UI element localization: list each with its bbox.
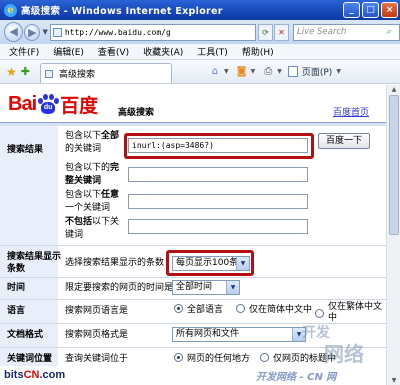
count-description: 选择搜索结果显示的条数 [65,258,165,268]
logo-baidu-cn: 百度 [60,94,99,117]
section-label-count: 搜索结果显示条数 [7,252,62,274]
baidu-logo[interactable]: Bai du 百度 [8,91,98,117]
section-divider [0,245,386,246]
label-exclude-words: 不包括以下关键词 [65,217,120,240]
maximize-button[interactable]: □ [362,2,379,18]
time-range-select[interactable]: 全部时间 ▼ [172,280,240,295]
live-search-input[interactable]: Live Search ⌕ [292,23,400,41]
file-format-select[interactable]: 所有网页和文件 ▼ [172,327,306,342]
section-label-language: 语言 [7,306,26,316]
exact-phrase-input[interactable] [128,167,308,182]
radio-all-languages[interactable]: 全部语言 [174,302,223,315]
section-label-time: 时间 [7,283,26,293]
section-divider [0,277,386,278]
baidu-home-link[interactable]: 百度首页 [333,105,369,118]
exclude-words-input[interactable] [128,219,308,234]
radio-anywhere[interactable]: 网页的任何地方 [174,351,250,364]
watermark-stamp: 开发 网络 [302,325,364,366]
scroll-thumb[interactable] [389,95,399,235]
language-description: 搜索网页语言是 [65,306,129,316]
recent-pages-dropdown-icon[interactable]: ▼ [42,28,47,36]
scroll-up-icon[interactable]: ▲ [390,86,398,93]
tab-label: 高级搜索 [58,70,95,80]
favorites-star-icon[interactable]: ★ [6,65,17,79]
time-range-value: 全部时间 [176,282,213,292]
address-input[interactable]: http://www.baidu.com/g [49,23,256,41]
count-highlight-frame [166,250,254,276]
address-text: http://www.baidu.com/g [64,27,171,37]
section-divider [0,299,386,300]
menu-file[interactable]: 文件(F) [9,45,39,58]
back-arrow-icon[interactable]: ◀ [4,22,24,42]
tab-toolbar: ★ ✚ 高级搜索 ⌂ ▼ ◙ ▼ ⎙ ▼ 页面(P) ▼ [0,60,400,84]
baidu-search-button[interactable]: 百度一下 [318,133,370,149]
window-titlebar: e 高级搜索 - Windows Internet Explorer _ □ × [0,0,400,20]
radio-button-icon[interactable] [174,304,183,313]
label-any-words: 包含以下任意一个关键词 [65,190,120,213]
search-icon[interactable]: ⌕ [386,27,397,38]
menu-bar: 文件(F) 编辑(E) 查看(V) 收藏夹(A) 工具(T) 帮助(H) [0,44,400,60]
scroll-down-icon[interactable]: ▼ [390,377,398,384]
page-menu[interactable]: 页面(P) [302,65,332,78]
address-toolbar: ◀ ▶ ▼ http://www.baidu.com/g ⟳ ✕ Live Se… [0,20,400,44]
home-icon[interactable]: ⌂ [208,65,222,79]
file-format-value: 所有网页和文件 [176,329,240,339]
highlight-frame [124,133,314,159]
page-icon [52,27,62,37]
position-description: 查询关键词位于 [65,354,129,364]
feeds-dropdown-icon[interactable]: ▼ [251,68,256,75]
label-exact-phrase: 包含以下的完整关键词 [65,163,120,186]
print-icon[interactable]: ⎙ [261,65,275,79]
page-header: Bai du 百度 高级搜索 百度首页 [0,85,386,122]
section-label-results: 搜索结果 [7,145,44,155]
print-dropdown-icon[interactable]: ▼ [277,68,282,75]
stop-icon[interactable]: ✕ [273,23,289,41]
live-search-placeholder: Live Search [296,27,347,37]
section-label-format: 文档格式 [7,330,44,340]
menu-tools[interactable]: 工具(T) [197,45,228,58]
tab-advanced-search[interactable]: 高级搜索 [39,63,172,83]
logo-bai: Bai [8,92,37,115]
watermark-logo: bitsCN.com [0,366,65,385]
close-button[interactable]: × [381,2,398,18]
radio-button-icon[interactable] [315,308,324,318]
any-words-input[interactable] [128,194,308,209]
vertical-scrollbar[interactable]: ▲ ▼ [386,85,400,385]
feeds-icon[interactable]: ◙ [235,65,249,79]
refresh-icon[interactable]: ⟳ [257,23,273,41]
time-description: 限定要搜索的网页的时间是 [65,283,174,293]
radio-button-icon[interactable] [260,353,269,362]
radio-button-icon[interactable] [174,353,183,362]
page-title: 高级搜索 [118,108,155,118]
menu-view[interactable]: 查看(V) [98,45,129,58]
section-label-position: 关键词位置 [7,354,53,364]
watermark-credit: 开发网络 - CN 网 [256,372,337,383]
add-favorites-icon[interactable]: ✚ [21,65,30,78]
menu-favorites[interactable]: 收藏夹(A) [143,45,183,58]
radio-button-icon[interactable] [236,304,245,313]
minimize-button[interactable]: _ [343,2,360,18]
radio-simplified-chinese[interactable]: 仅在简体中文中 [236,302,312,315]
home-dropdown-icon[interactable]: ▼ [224,68,229,75]
label-all-words: 包含以下全部的关键词 [65,131,120,154]
logo-du: du [41,102,56,114]
paw-icon: du [37,94,60,114]
ie-logo-icon: e [4,3,17,17]
window-title: 高级搜索 - Windows Internet Explorer [21,6,223,17]
forward-arrow-icon[interactable]: ▶ [24,23,41,41]
menu-help[interactable]: 帮助(H) [242,45,274,58]
page-menu-icon[interactable] [287,66,298,77]
page-menu-dropdown-icon[interactable]: ▼ [336,68,341,75]
format-description: 搜索网页格式是 [65,330,129,340]
menu-edit[interactable]: 编辑(E) [53,45,84,58]
tab-page-icon [44,69,53,78]
chevron-down-icon[interactable]: ▼ [226,281,239,294]
